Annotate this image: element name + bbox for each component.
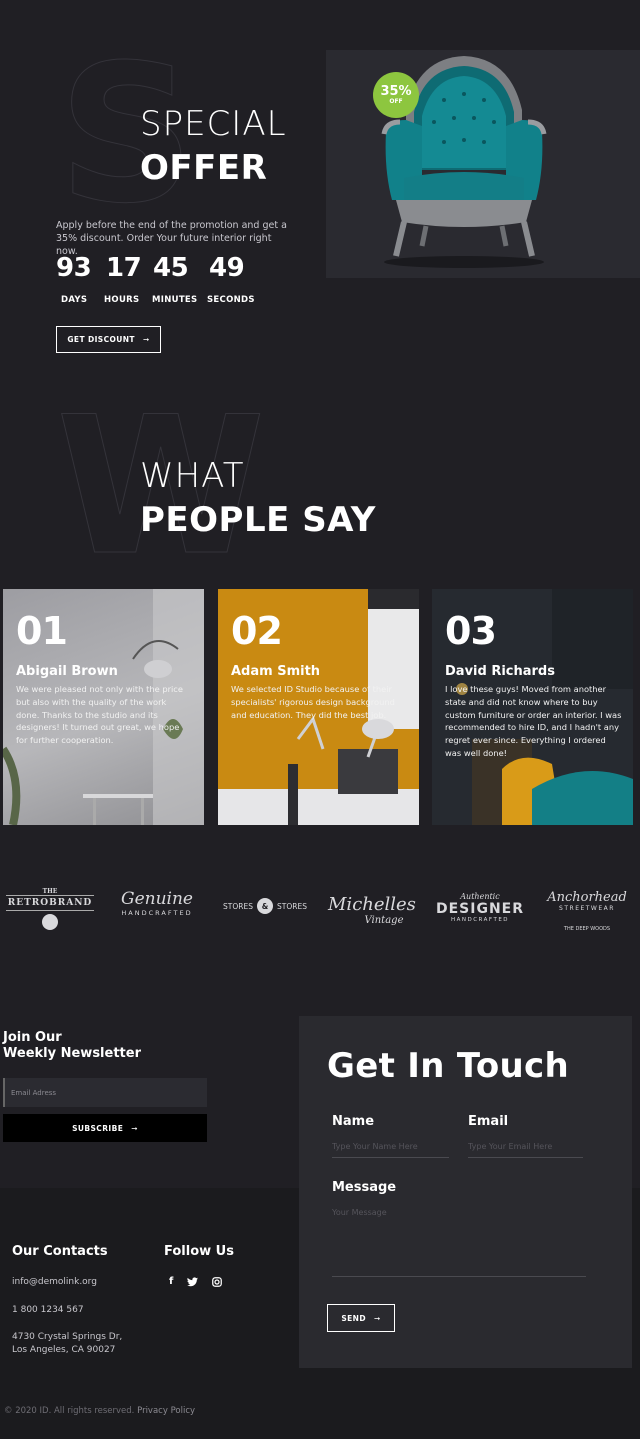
privacy-policy-link[interactable]: Privacy Policy — [137, 1406, 195, 1416]
email-label: Email — [468, 1114, 509, 1129]
logo-retrobrand: THE RETROBRAND — [6, 888, 94, 930]
logo-stores: STORES & STORES — [222, 898, 308, 914]
send-button[interactable]: SEND ➞ — [327, 1304, 395, 1332]
footer-address: 4730 Crystal Springs Dr, Los Angeles, CA… — [12, 1332, 123, 1355]
footer-email[interactable]: info@demolink.org — [12, 1276, 97, 1289]
name-input[interactable]: Type Your Name Here — [332, 1142, 449, 1158]
follow-title: Follow Us — [164, 1244, 234, 1259]
testimonial-number: 01 — [16, 609, 68, 653]
testimonials-title-thin: WHAT — [140, 456, 245, 496]
contact-title: Get In Touch — [327, 1046, 569, 1086]
logo-anchorhead: Anchorhead STREETWEAR THE DEEP WOODS — [547, 890, 627, 932]
countdown-hours: 17 HOURS — [104, 253, 142, 305]
newsletter-email-input[interactable]: Email Adress — [3, 1078, 207, 1107]
chair-image: 35% OFF — [326, 50, 640, 278]
name-label: Name — [332, 1114, 375, 1129]
testimonial-number: 03 — [445, 609, 497, 653]
copyright: © 2020 ID. All rights reserved. Privacy … — [4, 1406, 196, 1416]
testimonial-card-2: 02 Adam Smith We selected ID Studio beca… — [218, 589, 419, 825]
countdown-days: 93 DAYS — [56, 253, 92, 305]
email-input[interactable]: Type Your Email Here — [468, 1142, 583, 1158]
testimonial-number: 02 — [231, 609, 283, 653]
countdown: 93 DAYS 17 HOURS 45 MINUTES 49 SECONDS — [56, 253, 267, 305]
offer-title-thin: SPECIAL — [140, 104, 287, 144]
testimonial-text: We selected ID Studio because of their s… — [231, 684, 395, 720]
armchair-illustration — [381, 56, 547, 268]
contact-form: Get In Touch Name Type Your Name Here Em… — [299, 1016, 632, 1368]
arrow-right-icon: ➞ — [142, 335, 150, 344]
logo-designer: Authentic DESIGNER HANDCRAFTED — [436, 892, 525, 923]
social-links: f — [169, 1276, 223, 1287]
newsletter-title: Join Our Weekly Newsletter — [3, 1030, 141, 1061]
testimonial-text: We were pleased not only with the price … — [16, 684, 183, 746]
testimonial-card-3: 03 David Richards I love these guys! Mov… — [432, 589, 633, 825]
arrow-right-icon: ➞ — [373, 1313, 381, 1323]
logo-genuine: Genuine HANDCRAFTED — [121, 889, 193, 917]
testimonials-title-bold: PEOPLE SAY — [140, 500, 376, 540]
testimonial-text: I love these guys! Moved from another st… — [445, 684, 622, 758]
message-label: Message — [332, 1180, 397, 1195]
facebook-icon[interactable]: f — [169, 1276, 173, 1287]
instagram-icon[interactable] — [212, 1276, 223, 1287]
discount-badge: 35% OFF — [373, 72, 419, 118]
footer-phone[interactable]: 1 800 1234 567 — [12, 1304, 84, 1317]
countdown-seconds: 49 SECONDS — [207, 253, 255, 305]
logo-michelles: Michelles Vintage — [328, 894, 416, 926]
arrow-right-icon: ➞ — [131, 1123, 138, 1133]
get-discount-button[interactable]: GET DISCOUNT ➞ — [56, 326, 161, 353]
twitter-icon[interactable] — [187, 1276, 199, 1287]
contacts-title: Our Contacts — [12, 1244, 108, 1259]
offer-title-bold: OFFER — [140, 148, 268, 188]
subscribe-button[interactable]: SUBSCRIBE ➞ — [3, 1114, 207, 1142]
countdown-minutes: 45 MINUTES — [152, 253, 198, 305]
testimonial-name: David Richards — [445, 664, 555, 679]
message-textarea[interactable]: Your Message — [332, 1208, 586, 1277]
testimonial-card-1: 01 Abigail Brown We were pleased not onl… — [3, 589, 204, 825]
testimonial-name: Adam Smith — [231, 664, 321, 679]
testimonial-name: Abigail Brown — [16, 664, 118, 679]
